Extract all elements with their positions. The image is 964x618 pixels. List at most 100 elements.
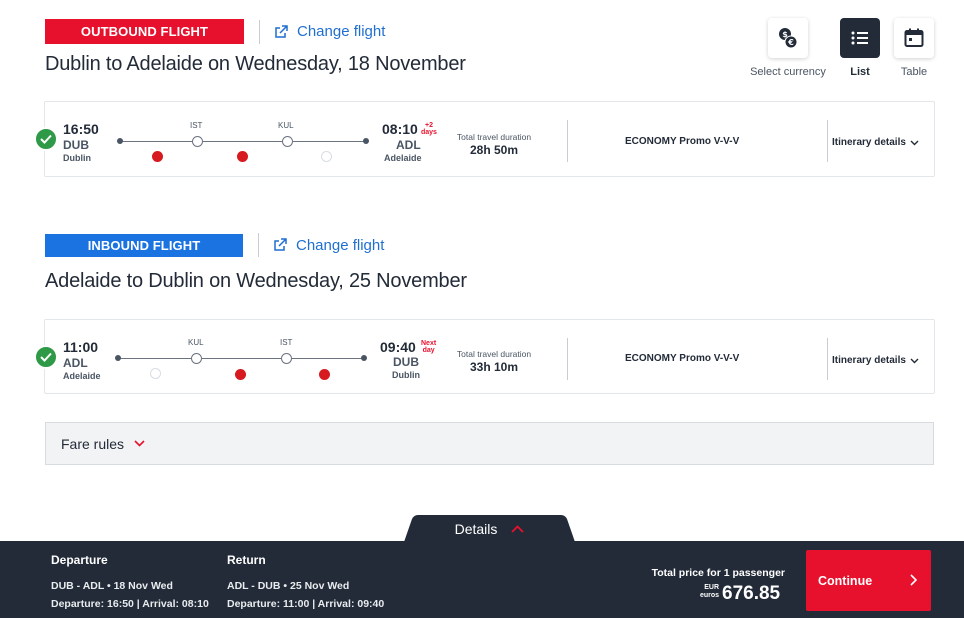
return-heading: Return [227,553,266,567]
timeline-end [363,138,369,144]
currency-icon-box: $ € [768,18,808,58]
flight-timeline [117,358,365,359]
change-flight-label: Change flight [297,23,386,40]
external-edit-icon [274,238,287,251]
external-edit-icon [275,24,288,38]
fare-class: ECONOMY Promo V-V-V [625,353,740,364]
chevron-down-icon [134,440,145,447]
turkish-airlines-icon [319,369,330,380]
outbound-flight-card[interactable]: 16:50 DUB Dublin IST KUL 08:10 +2 days A… [34,101,935,177]
selected-check-icon [34,127,58,151]
fare-class: ECONOMY Promo V-V-V [625,136,740,147]
arrival-time: 09:40 [380,339,416,355]
divider [567,338,568,380]
departure-code: ADL [63,356,88,370]
timeline-end [361,355,367,361]
stopover-code: IST [190,121,203,130]
return-times: Departure: 11:00 | Arrival: 09:40 [227,598,385,610]
selected-check-icon [34,345,58,369]
inbound-header: INBOUND FLIGHT Change flight [45,233,384,257]
arrival-day-offset: Next day [421,340,437,354]
arrival-city: Dublin [392,370,420,380]
calendar-icon [904,28,924,47]
list-view-button[interactable]: List [840,18,880,78]
inbound-flight-card[interactable]: 11:00 ADL Adelaide KUL IST 09:40 Next da… [34,319,935,394]
duration-value: 33h 10m [469,360,519,374]
table-label: Table [900,66,928,78]
turkish-airlines-icon [235,369,246,380]
stopover-code: KUL [188,338,204,347]
timeline-start [117,138,123,144]
change-flight-label: Change flight [296,236,385,254]
arrival-city: Adelaide [384,153,422,163]
list-label: List [850,66,870,78]
inbound-change-flight-link[interactable]: Change flight [273,237,384,254]
departure-route: DUB - ADL • 18 Nov Wed [51,580,173,592]
table-view-button[interactable]: Table [894,18,934,78]
chevron-up-icon [511,524,525,533]
duration-label: Total travel duration [456,132,532,142]
divider [827,338,828,380]
departure-time: 11:00 [63,339,99,355]
total-price: 676.85 [722,583,781,604]
departure-heading: Departure [51,553,108,567]
stopover-marker [192,136,203,147]
departure-time: 16:50 [63,121,99,137]
stopover-code: IST [280,338,293,347]
details-toggle[interactable]: Details [404,515,575,542]
continue-label: Continue [818,573,873,588]
divider [827,120,828,162]
select-currency-label: Select currency [750,66,826,78]
currency-name: euros [699,592,719,599]
itinerary-details-label: Itinerary details [832,137,906,148]
turkish-airlines-icon [152,151,163,162]
stopover-marker [281,353,292,364]
details-label: Details [454,520,498,537]
itinerary-details-label: Itinerary details [832,355,906,366]
departure-times: Departure: 16:50 | Arrival: 08:10 [51,598,209,610]
outbound-route-title: Dublin to Adelaide on Wednesday, 18 Nove… [45,53,466,75]
arrival-code: DUB [393,355,419,369]
divider [567,120,568,162]
outbound-header: OUTBOUND FLIGHT Change flight [45,19,385,44]
svg-text:€: € [787,38,794,47]
return-route: ADL - DUB • 25 Nov Wed [227,580,350,592]
outbound-badge: OUTBOUND FLIGHT [45,19,244,44]
timeline-start [115,355,121,361]
table-icon-box [894,18,934,58]
itinerary-details-toggle[interactable]: Itinerary details [832,355,919,366]
total-price-label: Total price for 1 passenger [651,567,785,579]
outbound-change-flight-link[interactable]: Change flight [274,23,385,40]
currency-code: EUR euros [699,584,719,600]
divider [258,233,259,257]
chevron-right-icon [910,574,917,586]
chevron-down-icon [910,140,919,145]
inbound-badge: INBOUND FLIGHT [45,233,243,257]
stopover-marker [282,136,293,147]
list-icon-box [840,18,880,58]
arrival-time: 08:10 [382,121,418,137]
flight-summary-page: OUTBOUND FLIGHT Change flight Dublin to … [0,0,964,618]
departure-city: Dublin [63,153,91,163]
divider [259,19,260,44]
departure-city: Adelaide [63,371,101,381]
details-tab[interactable]: Details [404,515,575,542]
booking-summary-bar: Departure DUB - ADL • 18 Nov Wed Departu… [0,541,964,618]
flight-timeline [119,141,367,142]
arrival-day-offset: +2 days [421,122,437,136]
select-currency-button[interactable]: $ € Select currency [749,18,827,78]
arrival-code: ADL [396,138,421,152]
duration-label: Total travel duration [456,349,532,359]
itinerary-details-toggle[interactable]: Itinerary details [832,137,919,148]
stopover-code: KUL [278,121,294,130]
duration-value: 28h 50m [469,143,519,157]
malaysia-airlines-icon [321,151,332,162]
fare-rules-label: Fare rules [61,435,125,452]
malaysia-airlines-icon [150,368,161,379]
continue-button[interactable]: Continue [806,550,931,611]
chevron-down-icon [910,358,919,363]
departure-code: DUB [63,138,89,152]
currency-code-short: EUR [704,584,719,591]
fare-rules-toggle[interactable]: Fare rules [45,422,934,465]
inbound-route-title: Adelaide to Dublin on Wednesday, 25 Nove… [45,270,467,292]
